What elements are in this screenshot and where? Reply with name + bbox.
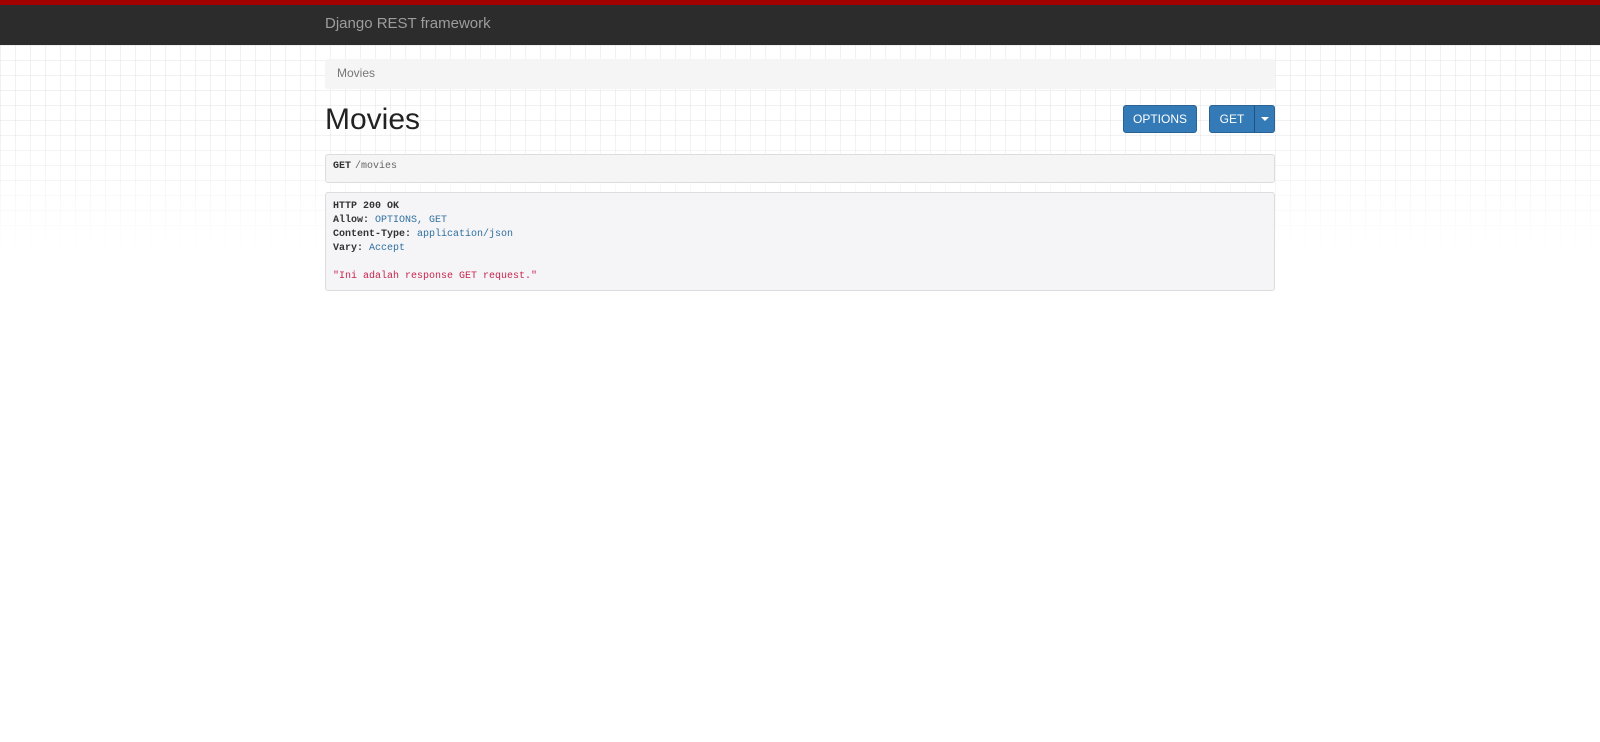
response-header-row: Content-Type: application/json [333,228,1267,242]
response-header-row: Allow: OPTIONS, GET [333,214,1267,228]
caret-down-icon [1260,117,1269,121]
response-body: "Ini adalah response GET request." [333,271,538,282]
request-path: /movies [355,161,398,172]
header-name: Vary: [333,243,364,254]
navbar: Django REST framework [0,0,1600,45]
content-container: Movies Movies OPTIONS GET GET/movies HTT… [325,59,1275,291]
response-header-row: Vary: Accept [333,242,1267,256]
header-name: Content-Type: [333,229,412,240]
page-header: Movies OPTIONS GET [325,95,1275,155]
navbar-brand-link[interactable]: Django REST framework [325,15,491,32]
get-format-dropdown-toggle[interactable] [1254,105,1275,133]
page-title: Movies [325,103,421,136]
breadcrumb: Movies [325,59,1275,89]
response-info: HTTP 200 OK Allow: OPTIONS, GET Content-… [325,192,1275,291]
response-status: HTTP 200 OK [333,201,400,212]
header-value: application/json [417,229,514,240]
header-value: OPTIONS, GET [375,215,448,226]
breadcrumb-item-movies[interactable]: Movies [337,66,375,80]
header-name: Allow: [333,215,370,226]
request-method: GET [333,161,352,172]
request-info: GET/movies [325,154,1275,183]
response-blank-line [333,256,1267,270]
options-button[interactable]: OPTIONS [1123,105,1197,133]
get-button[interactable]: GET [1209,105,1255,133]
header-value: Accept [369,243,406,254]
